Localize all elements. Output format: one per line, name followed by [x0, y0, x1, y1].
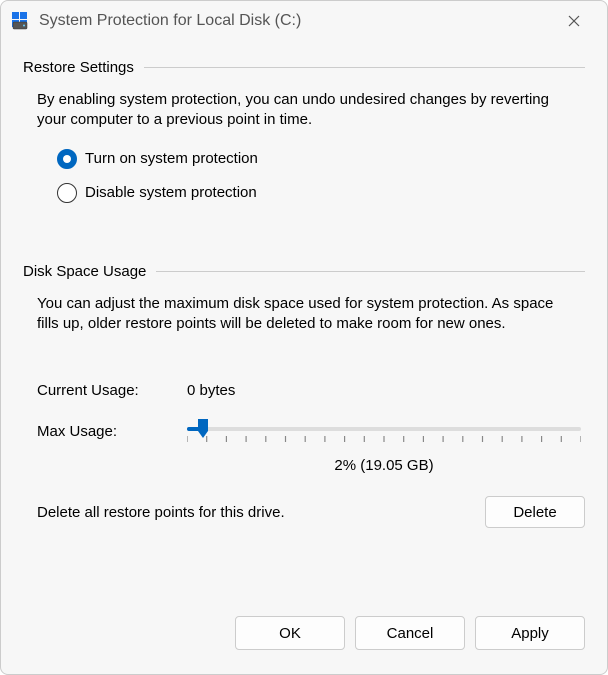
restore-description: By enabling system protection, you can u…	[37, 90, 571, 131]
dialog-window: System Protection for Local Disk (C:) Re…	[0, 0, 608, 675]
restore-section-header: Restore Settings	[23, 59, 585, 76]
radio-disable[interactable]: Disable system protection	[57, 183, 585, 203]
delete-button[interactable]: Delete	[485, 496, 585, 528]
slider-ticks	[187, 433, 581, 443]
usage-section-header: Disk Space Usage	[23, 263, 585, 280]
slider-value-text: 2% (19.05 GB)	[187, 457, 581, 474]
radio-checked-icon	[57, 149, 77, 169]
system-protection-icon	[11, 11, 31, 31]
max-usage-slider[interactable]	[187, 427, 581, 431]
current-usage-row: Current Usage: 0 bytes	[37, 382, 585, 399]
delete-description: Delete all restore points for this drive…	[37, 504, 475, 521]
dialog-footer: OK Cancel Apply	[1, 600, 607, 674]
max-usage-row: Max Usage: 2% (19.05 GB)	[37, 421, 585, 474]
radio-unchecked-icon	[57, 183, 77, 203]
max-usage-slider-wrap: 2% (19.05 GB)	[187, 421, 585, 474]
max-usage-label: Max Usage:	[37, 421, 187, 440]
close-button[interactable]	[551, 5, 597, 37]
dialog-body: Restore Settings By enabling system prot…	[1, 41, 607, 600]
divider	[156, 271, 585, 272]
titlebar: System Protection for Local Disk (C:)	[1, 1, 607, 41]
radio-turn-on[interactable]: Turn on system protection	[57, 149, 585, 169]
close-icon	[568, 15, 580, 27]
usage-description: You can adjust the maximum disk space us…	[37, 294, 571, 335]
restore-section-label: Restore Settings	[23, 59, 134, 76]
current-usage-label: Current Usage:	[37, 382, 187, 399]
delete-row: Delete all restore points for this drive…	[37, 496, 585, 528]
radio-on-label: Turn on system protection	[85, 150, 258, 167]
divider	[144, 67, 585, 68]
protection-radio-group: Turn on system protection Disable system…	[57, 149, 585, 203]
apply-button[interactable]: Apply	[475, 616, 585, 650]
window-title: System Protection for Local Disk (C:)	[39, 12, 551, 30]
radio-off-label: Disable system protection	[85, 184, 257, 201]
usage-section-label: Disk Space Usage	[23, 263, 146, 280]
ok-button[interactable]: OK	[235, 616, 345, 650]
current-usage-value: 0 bytes	[187, 382, 235, 399]
cancel-button[interactable]: Cancel	[355, 616, 465, 650]
